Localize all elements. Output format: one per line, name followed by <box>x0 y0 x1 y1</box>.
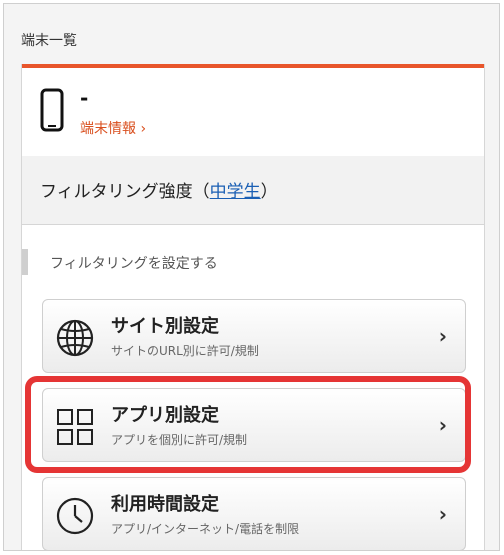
device-name: - <box>80 86 89 110</box>
app-settings-subtitle: アプリを個別に許可/規制 <box>111 433 248 447</box>
clock-icon <box>55 496 95 540</box>
usage-time-settings-subtitle: アプリ/インターネット/電話を制限 <box>111 522 300 536</box>
filter-strength-suffix: ） <box>260 182 278 202</box>
chevron-right-icon: › <box>438 324 447 348</box>
usage-time-settings-button[interactable]: 利用時間設定 アプリ/インターネット/電話を制限 › <box>42 477 466 550</box>
device-row: - 端末情報 › <box>22 68 484 157</box>
app-grid-icon <box>55 407 95 451</box>
filter-strength-link[interactable]: 中学生 <box>210 182 261 202</box>
device-info-link[interactable]: 端末情報 › <box>80 118 146 138</box>
site-settings-button[interactable]: サイト別設定 サイトのURL別に許可/規制 › <box>42 299 466 373</box>
site-settings-subtitle: サイトのURL別に許可/規制 <box>111 344 259 358</box>
globe-icon <box>55 318 95 362</box>
app-settings-title: アプリ別設定 <box>111 405 219 426</box>
section-title: フィルタリングを設定する <box>50 256 218 272</box>
usage-time-settings-title: 利用時間設定 <box>111 494 219 515</box>
screen-frame: 端末一覧 - 端末情報 › フィルタリング強度（中学生） フィルタリングを設定す… <box>3 3 500 551</box>
chevron-right-icon: › <box>438 413 447 437</box>
app-settings-button[interactable]: アプリ別設定 アプリを個別に許可/規制 › <box>42 388 466 462</box>
section-marker <box>22 249 28 275</box>
filter-strength-text: フィルタリング強度（中学生） <box>40 177 278 202</box>
site-settings-title: サイト別設定 <box>111 316 219 337</box>
page-header: 端末一覧 <box>21 33 77 49</box>
device-card: - 端末情報 › フィルタリング強度（中学生） フィルタリングを設定する サイト… <box>21 64 485 550</box>
smartphone-icon <box>40 88 64 136</box>
filter-strength-row: フィルタリング強度（中学生） <box>22 156 484 225</box>
chevron-right-icon: › <box>438 502 447 526</box>
filter-strength-label: フィルタリング強度（ <box>40 182 210 202</box>
